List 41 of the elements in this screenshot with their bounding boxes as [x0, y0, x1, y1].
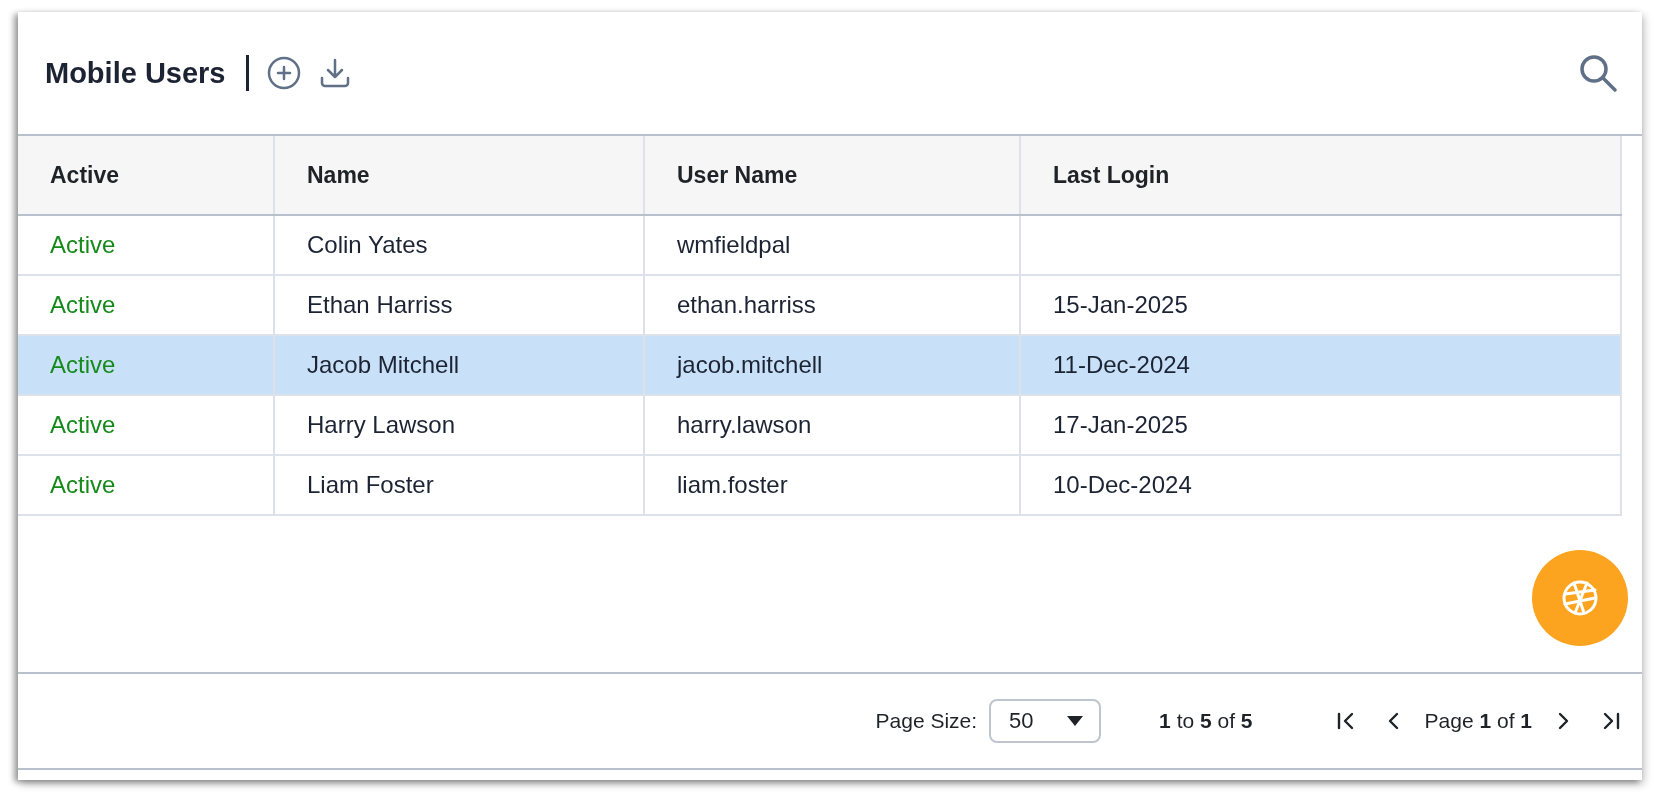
status-text: Active [50, 471, 116, 499]
page-size-label: Page Size: [875, 709, 978, 733]
table-row[interactable]: Active Liam Foster liam.foster 10-Dec-2024 [18, 456, 1622, 516]
table-row[interactable]: Active Harry Lawson harry.lawson 17-Jan-2025 [18, 396, 1622, 456]
caret-icon [1067, 716, 1084, 726]
status-text: Active [50, 351, 116, 379]
table-cell: jacob.mitchell [677, 351, 823, 379]
table-cell: Liam Foster [307, 471, 434, 499]
table-cell: 11-Dec-2024 [1053, 351, 1190, 379]
table-row[interactable]: Active Colin Yates wmfieldpal [18, 216, 1622, 276]
table-cell: harry.lawson [677, 411, 812, 439]
next-page-icon[interactable] [1558, 712, 1570, 730]
download-icon[interactable] [318, 57, 351, 89]
status-text: Active [50, 291, 116, 319]
column-header[interactable]: Last Login [1021, 136, 1622, 214]
status-text: Active [50, 231, 116, 259]
last-page-icon[interactable] [1602, 712, 1620, 730]
table-cell: Colin Yates [307, 231, 428, 259]
page-indicator: Page 1 of 1 [1424, 709, 1532, 733]
table-cell: liam.foster [677, 471, 788, 499]
table-cell: 10-Dec-2024 [1053, 471, 1192, 499]
add-icon[interactable] [266, 56, 301, 90]
table-cell: 15-Jan-2025 [1053, 291, 1188, 319]
search-icon[interactable] [1578, 53, 1618, 93]
page-title: Mobile Users [45, 56, 226, 90]
column-header[interactable]: User Name [645, 136, 1021, 214]
table-cell: ethan.harriss [677, 291, 816, 319]
page-size-dropdown[interactable]: 50 [989, 699, 1102, 743]
column-header[interactable]: Active [18, 136, 275, 214]
table-cell: Jacob Mitchell [307, 351, 460, 379]
row-range-text: 1 to 5 of 5 [1159, 709, 1253, 733]
first-page-icon[interactable] [1336, 712, 1355, 730]
column-header[interactable]: Name [275, 136, 645, 214]
table-cell: 17-Jan-2025 [1053, 411, 1188, 439]
selected-row[interactable]: Active Jacob Mitchell jacob.mitchell 11-Dec-2024 [18, 336, 1622, 396]
previous-page-icon[interactable] [1386, 712, 1399, 730]
table-cell: Harry Lawson [307, 411, 456, 439]
status-text: Active [50, 411, 116, 439]
table-cell: wmfieldpal [677, 231, 791, 259]
table-cell: Ethan Harriss [307, 291, 453, 319]
globe-icon [1560, 578, 1600, 618]
